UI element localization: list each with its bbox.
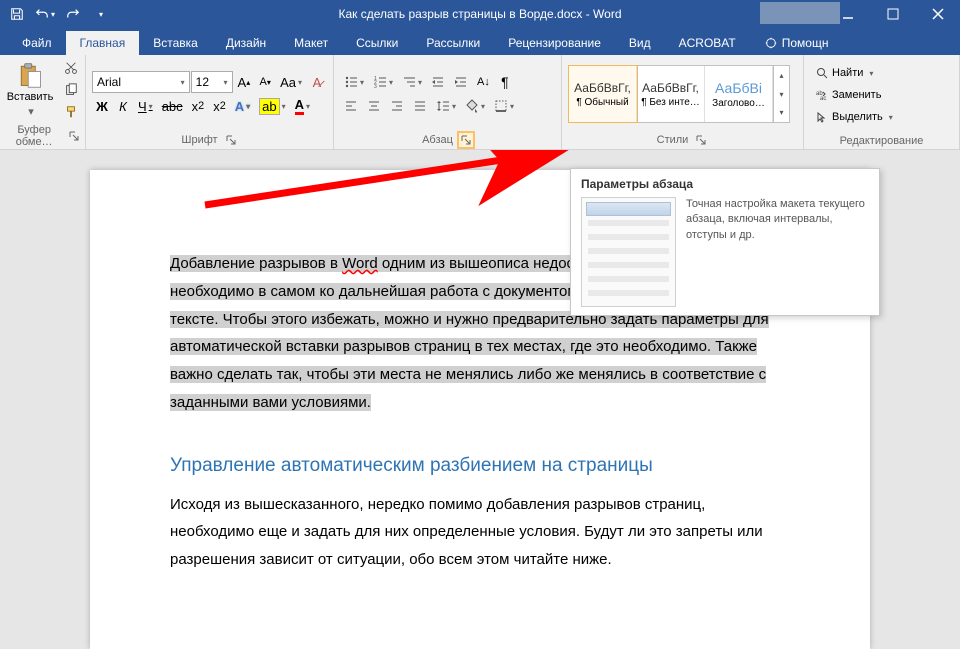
quick-access-toolbar: ▾ ▾ — [0, 1, 118, 27]
align-left-icon[interactable] — [340, 95, 362, 117]
tab-mailings[interactable]: Рассылки — [412, 31, 494, 55]
italic-button[interactable]: К — [113, 95, 133, 117]
sort-icon[interactable]: A↓ — [473, 71, 494, 93]
qat-customize-icon[interactable]: ▾ — [88, 1, 114, 27]
redo-icon[interactable] — [60, 1, 86, 27]
tooltip-title: Параметры абзаца — [581, 177, 869, 191]
tab-design[interactable]: Дизайн — [212, 31, 280, 55]
group-styles: АаБбВвГг, ¶ Обычный АаБбВвГг, ¶ Без инте… — [562, 55, 804, 149]
spell-error: Word — [342, 255, 378, 272]
tab-references[interactable]: Ссылки — [342, 31, 412, 55]
font-color-icon[interactable]: A▾ — [291, 95, 314, 117]
tab-review[interactable]: Рецензирование — [494, 31, 615, 55]
tooltip-text: Точная настройка макета текущего абзаца,… — [686, 197, 869, 307]
text-effects-icon[interactable]: A▾ — [231, 95, 254, 117]
superscript-button[interactable]: x2 — [209, 95, 230, 117]
clear-format-icon[interactable]: A̷ — [307, 71, 327, 93]
tab-view[interactable]: Вид — [615, 31, 665, 55]
tab-insert[interactable]: Вставка — [139, 31, 212, 55]
format-painter-icon[interactable] — [59, 102, 83, 122]
save-icon[interactable] — [4, 1, 30, 27]
multilevel-icon[interactable]: ▾ — [398, 71, 426, 93]
bold-button[interactable]: Ж — [92, 95, 112, 117]
styles-gallery: АаБбВвГг, ¶ Обычный АаБбВвГг, ¶ Без инте… — [568, 65, 790, 123]
document-heading[interactable]: Управление автоматическим разбиением на … — [170, 455, 790, 477]
gallery-more-icon[interactable]: ▾ — [774, 103, 789, 122]
undo-icon[interactable]: ▾ — [32, 1, 58, 27]
underline-button[interactable]: Ч▾ — [134, 95, 157, 117]
ribbon-tabs: Файл Главная Вставка Дизайн Макет Ссылки… — [0, 28, 960, 55]
style-no-spacing[interactable]: АаБбВвГг, ¶ Без инте… — [637, 66, 705, 122]
window-title: Как сделать разрыв страницы в Ворде.docx… — [338, 7, 621, 21]
indent-decrease-icon[interactable] — [427, 71, 449, 93]
group-editing: Найти▾ abacЗаменить Выделить▾ Редактиров… — [804, 55, 960, 149]
strike-button[interactable]: abc — [158, 95, 187, 117]
find-button[interactable]: Найти▾ — [812, 63, 897, 83]
paragraph-tooltip: Параметры абзаца Точная настройка макета… — [570, 168, 880, 316]
subscript-button[interactable]: x2 — [188, 95, 209, 117]
font-name-selector[interactable]: Arial▾ — [92, 71, 190, 93]
tab-home[interactable]: Главная — [66, 31, 140, 55]
indent-increase-icon[interactable] — [450, 71, 472, 93]
close-icon[interactable] — [915, 0, 960, 28]
align-right-icon[interactable] — [386, 95, 408, 117]
style-heading1[interactable]: АаБбВі Заголово… — [705, 66, 773, 122]
gallery-up-icon[interactable]: ▴ — [774, 66, 789, 85]
share-area — [760, 2, 840, 24]
ribbon: Вставить ▾ Буфер обме… Arial▾ 12▾ A▴ A▾ … — [0, 55, 960, 150]
grow-font-icon[interactable]: A▴ — [234, 71, 255, 93]
clipboard-launcher-icon[interactable] — [68, 129, 79, 143]
align-center-icon[interactable] — [363, 95, 385, 117]
copy-icon[interactable] — [59, 80, 83, 100]
cut-icon[interactable] — [59, 58, 83, 78]
borders-icon[interactable]: ▾ — [490, 95, 518, 117]
paste-button[interactable]: Вставить ▾ — [6, 57, 54, 122]
group-paragraph: ▾ 123▾ ▾ A↓ ¶ ▾ ▾ ▾ А — [334, 55, 562, 149]
svg-text:3: 3 — [374, 84, 377, 89]
select-button[interactable]: Выделить▾ — [812, 107, 897, 127]
group-clipboard: Вставить ▾ Буфер обме… — [0, 55, 86, 149]
gallery-down-icon[interactable]: ▾ — [774, 85, 789, 104]
tab-layout[interactable]: Макет — [280, 31, 342, 55]
numbering-icon[interactable]: 123▾ — [369, 71, 397, 93]
shrink-font-icon[interactable]: A▾ — [255, 71, 275, 93]
tab-file[interactable]: Файл — [8, 31, 66, 55]
show-marks-icon[interactable]: ¶ — [495, 71, 515, 93]
line-spacing-icon[interactable]: ▾ — [432, 95, 460, 117]
title-bar: ▾ ▾ Как сделать разрыв страницы в Ворде.… — [0, 0, 960, 28]
svg-text:ac: ac — [820, 96, 826, 101]
tell-me[interactable]: Помощн — [750, 31, 843, 55]
font-launcher-icon[interactable] — [224, 133, 238, 147]
styles-launcher-icon[interactable] — [694, 133, 708, 147]
maximize-icon[interactable] — [870, 0, 915, 28]
font-size-selector[interactable]: 12▾ — [191, 71, 233, 93]
tooltip-preview-icon — [581, 197, 676, 307]
paragraph-launcher-icon[interactable] — [459, 133, 473, 147]
body-paragraph[interactable]: Исходя из вышесказанного, нередко помимо… — [170, 491, 790, 574]
replace-button[interactable]: abacЗаменить — [812, 85, 897, 105]
change-case-icon[interactable]: Aa▾ — [276, 71, 306, 93]
tab-acrobat[interactable]: ACROBAT — [665, 31, 750, 55]
align-justify-icon[interactable] — [409, 95, 431, 117]
highlight-icon[interactable]: ab▾ — [255, 95, 289, 117]
shading-icon[interactable]: ▾ — [461, 95, 489, 117]
bullets-icon[interactable]: ▾ — [340, 71, 368, 93]
group-font: Arial▾ 12▾ A▴ A▾ Aa▾ A̷ Ж К Ч▾ abc x2 x2… — [86, 55, 334, 149]
style-normal[interactable]: АаБбВвГг, ¶ Обычный — [569, 66, 637, 122]
